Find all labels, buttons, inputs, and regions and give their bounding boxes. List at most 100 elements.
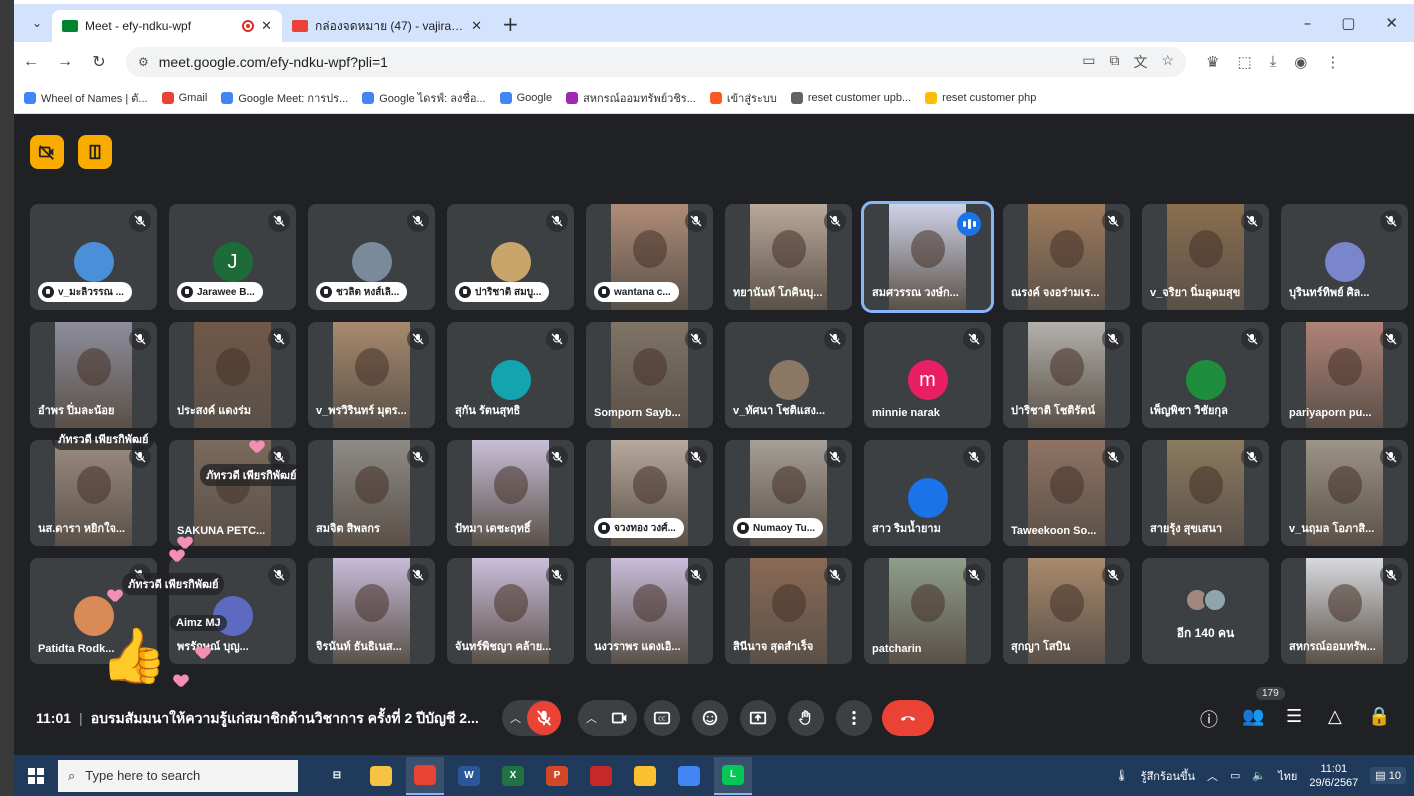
- mic-control[interactable]: ︿: [502, 700, 561, 736]
- camera-icon[interactable]: ▭: [1082, 52, 1095, 72]
- participant-tile[interactable]: ปัทมา เดชะฤทธิ์: [447, 440, 574, 546]
- participant-tile[interactable]: SAKUNA PETC...: [169, 440, 296, 546]
- participant-tile[interactable]: อำพร ปิ่มละน้อย: [30, 322, 157, 428]
- site-info-icon[interactable]: ⚙: [138, 55, 149, 69]
- camera-off-indicator-button[interactable]: [30, 135, 64, 169]
- participant-tile[interactable]: นงวราพร แดงเอิ...: [586, 558, 713, 664]
- open-external-icon[interactable]: ⧉: [1109, 52, 1119, 72]
- participant-tile[interactable]: ประสงค์ แดงร่ม: [169, 322, 296, 428]
- chat-icon[interactable]: ☰: [1286, 706, 1302, 727]
- meeting-details-icon[interactable]: ⓘ: [1200, 706, 1218, 732]
- close-window-icon[interactable]: ✕: [1385, 14, 1398, 32]
- maximize-icon[interactable]: ▢: [1341, 14, 1355, 32]
- participant-tile[interactable]: Taweekoon So...: [1003, 440, 1130, 546]
- taskbar-app-app-red[interactable]: [582, 757, 620, 795]
- taskbar-app-powerpoint[interactable]: P: [538, 757, 576, 795]
- taskbar-app-word[interactable]: W: [450, 757, 488, 795]
- translate-icon[interactable]: 文: [1133, 52, 1147, 72]
- bookmark-item[interactable]: reset customer upb...: [790, 91, 911, 104]
- participant-tile[interactable]: v_ทัศนา โชติแสง...: [725, 322, 852, 428]
- participant-tile[interactable]: อีก 140 คน: [1142, 558, 1269, 664]
- participant-tile[interactable]: ปาริชาติ โชติรัตน์: [1003, 322, 1130, 428]
- participant-tile[interactable]: สุกญา โสบิน: [1003, 558, 1130, 664]
- participant-tile[interactable]: สุกัน รัตนสุทธิ: [447, 322, 574, 428]
- tab-search-icon[interactable]: ⌄: [22, 8, 52, 38]
- reload-icon[interactable]: ↻: [82, 52, 116, 72]
- participant-tile[interactable]: J Jarawee B...: [169, 204, 296, 310]
- present-button[interactable]: [740, 700, 776, 736]
- emoji-button[interactable]: [692, 700, 728, 736]
- bookmark-item[interactable]: เข้าสู่ระบบ: [709, 89, 777, 107]
- bookmark-item[interactable]: Google ไดรฟ์: ลงชื่อ...: [362, 89, 486, 107]
- close-tab-icon[interactable]: ✕: [471, 18, 482, 34]
- chevron-up-icon[interactable]: ︿: [502, 710, 527, 726]
- participant-tile[interactable]: ชวลิต หงส์เลิ...: [308, 204, 435, 310]
- taskbar-search[interactable]: ⌕ Type here to search: [58, 759, 298, 792]
- bookmark-item[interactable]: Google Meet: การปร...: [221, 89, 348, 107]
- language-indicator[interactable]: ไทย: [1278, 767, 1297, 785]
- address-bar[interactable]: ⚙ meet.google.com/efy-ndku-wpf?pli=1 ▭ ⧉…: [126, 47, 1186, 77]
- bookmark-item[interactable]: สหกรณ์ออมทรัพย์วชิร...: [566, 89, 696, 107]
- participant-tile[interactable]: สายรุ้ง สุขเสนา: [1142, 440, 1269, 546]
- host-controls-icon[interactable]: 🔒: [1368, 706, 1390, 727]
- download-icon[interactable]: ⤓: [1270, 53, 1277, 71]
- taskbar-app-line[interactable]: L: [714, 756, 752, 795]
- menu-icon[interactable]: ⋮: [1325, 53, 1340, 71]
- volume-icon[interactable]: 🔈: [1252, 769, 1266, 782]
- participant-tile[interactable]: v_มะลิวรรณ ...: [30, 204, 157, 310]
- more-options-button[interactable]: [836, 700, 872, 736]
- participant-tile[interactable]: บุรินทร์ทิพย์ ศิล...: [1281, 204, 1408, 310]
- taskbar-app-chrome[interactable]: [406, 756, 444, 795]
- participant-tile[interactable]: เพ็ญพิชา วิชัยกุล: [1142, 322, 1269, 428]
- participant-tile[interactable]: สินีนาจ สุดสำเร็จ: [725, 558, 852, 664]
- raise-hand-button[interactable]: [788, 700, 824, 736]
- mic-off-button[interactable]: [527, 701, 561, 735]
- participant-tile[interactable]: Somporn Sayb...: [586, 322, 713, 428]
- participant-tile[interactable]: ปาริชาติ สมบู...: [447, 204, 574, 310]
- notification-icon[interactable]: ▤ 10: [1370, 767, 1406, 784]
- participant-tile[interactable]: v_นฤมล โอภาสิ...: [1281, 440, 1408, 546]
- start-button[interactable]: [14, 767, 58, 784]
- participant-tile[interactable]: สาว ริมน้ำยาม: [864, 440, 991, 546]
- bookmark-star-icon[interactable]: ☆: [1161, 52, 1174, 72]
- participant-tile[interactable]: จิรนันท์ ธันธิเนส...: [308, 558, 435, 664]
- people-icon[interactable]: 👥: [1242, 706, 1264, 727]
- extension-icon[interactable]: ♛: [1206, 53, 1219, 71]
- participant-tile[interactable]: v_จริยา นิ่มอุดมสุข: [1142, 204, 1269, 310]
- profile-icon[interactable]: ◉: [1294, 53, 1307, 71]
- taskbar-app-excel[interactable]: X: [494, 757, 532, 795]
- forward-icon[interactable]: →: [48, 53, 82, 71]
- camera-control[interactable]: ︿: [578, 700, 637, 736]
- participant-tile[interactable]: จวงทอง วงศ์...: [586, 440, 713, 546]
- clock[interactable]: 11:01 29/6/2567: [1309, 762, 1358, 790]
- participant-tile[interactable]: ทยานันท์ โภคินบุ...: [725, 204, 852, 310]
- participant-tile[interactable]: Numaoy Tu...: [725, 440, 852, 546]
- participant-tile[interactable]: จันทร์พิชญา คล้าย...: [447, 558, 574, 664]
- participant-tile[interactable]: m minnie narak: [864, 322, 991, 428]
- camera-button[interactable]: [603, 701, 637, 735]
- network-icon[interactable]: ▭: [1230, 769, 1240, 782]
- leave-call-button[interactable]: [882, 700, 934, 736]
- chevron-up-icon[interactable]: ︿: [578, 710, 603, 726]
- participant-tile[interactable]: patcharin: [864, 558, 991, 664]
- taskbar-app-chrome-2[interactable]: [670, 757, 708, 795]
- tab-meet[interactable]: Meet - efy-ndku-wpf ✕: [52, 10, 282, 42]
- back-icon[interactable]: ←: [14, 53, 48, 71]
- captions-button[interactable]: CC: [644, 700, 680, 736]
- participant-tile[interactable]: wantana c...: [586, 204, 713, 310]
- bookmark-item[interactable]: Google: [499, 91, 552, 104]
- activities-icon[interactable]: △: [1328, 706, 1342, 727]
- participant-tile[interactable]: ณรงค์ จงอร่ามเร...: [1003, 204, 1130, 310]
- minimize-icon[interactable]: –: [1304, 14, 1312, 32]
- bookmark-item[interactable]: Gmail: [161, 91, 207, 104]
- participant-tile[interactable]: pariyaporn pu...: [1281, 322, 1408, 428]
- taskbar-app-file-explorer[interactable]: [362, 757, 400, 795]
- close-tab-icon[interactable]: ✕: [261, 18, 272, 34]
- participant-tile[interactable]: สมจิต สิพลกร: [308, 440, 435, 546]
- taskbar-app-sticky-notes[interactable]: [626, 757, 664, 795]
- bookmark-item[interactable]: reset customer php: [925, 91, 1036, 104]
- taskbar-app-task-view[interactable]: ⊟: [318, 757, 356, 795]
- extensions-puzzle-icon[interactable]: ⬚: [1237, 53, 1251, 71]
- tab-gmail[interactable]: กล่องจดหมาย (47) - vajiracoop@ ✕: [282, 10, 492, 42]
- participant-tile[interactable]: สมศวรรณ วงษ์ก...: [861, 201, 994, 313]
